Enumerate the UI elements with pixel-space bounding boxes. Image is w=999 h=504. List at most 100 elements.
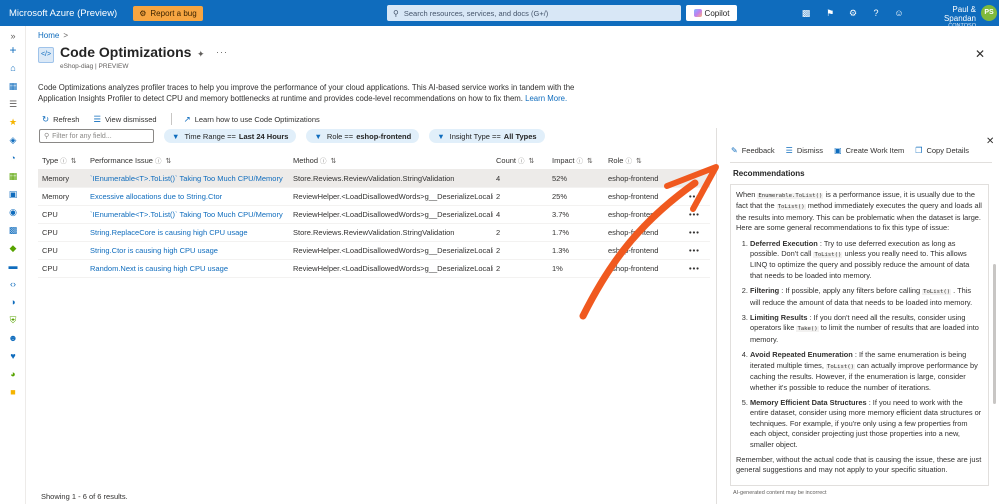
row-more-actions-icon[interactable]: ••• — [689, 188, 709, 206]
cell-issue[interactable]: `IEnumerable<T>.ToList()` Taking Too Muc… — [90, 206, 290, 224]
copilot-button[interactable]: Copilot — [686, 5, 737, 21]
bug-icon: ⚙ — [139, 8, 147, 18]
app-services-icon[interactable]: ▩ — [7, 224, 19, 236]
insight-type-filter-pill[interactable]: ▼ Insight Type == All Types — [429, 129, 545, 143]
feedback-person-icon[interactable]: ☺ — [893, 7, 905, 19]
sql-icon[interactable]: ▣ — [7, 188, 19, 200]
monitor-icon[interactable]: ◔ — [7, 152, 19, 164]
help-icon[interactable]: ? — [870, 7, 882, 19]
breadcrumb-home[interactable]: Home — [38, 31, 59, 40]
cell-issue[interactable]: Random.Next is causing high CPU usage — [90, 260, 290, 278]
help-support-icon[interactable]: ■ — [7, 386, 19, 398]
cell-type: CPU — [42, 246, 58, 255]
table-row[interactable]: CPU String.ReplaceCore is causing high CP… — [38, 224, 710, 242]
recommendation-item: Avoid Repeated Enumeration : If the same… — [750, 350, 982, 393]
cell-impact: 52% — [552, 174, 568, 183]
close-blade-icon[interactable]: ✕ — [975, 47, 985, 61]
functions-icon[interactable]: ◆ — [7, 242, 19, 254]
row-more-actions-icon[interactable]: ••• — [689, 224, 709, 242]
cloud-shell-icon[interactable]: ▩ — [800, 7, 812, 19]
sort-icon[interactable]: ⇅ — [529, 158, 535, 165]
filter-input[interactable]: ⚲ Filter for any field... — [39, 129, 154, 143]
column-header-impact[interactable]: Impact ⓘ ⇅ — [552, 152, 593, 170]
time-range-filter-pill[interactable]: ▼ Time Range == Last 24 Hours — [164, 129, 297, 143]
security-shield-icon[interactable]: ⛨ — [7, 314, 19, 326]
pin-icon[interactable]: ✦ — [197, 49, 205, 60]
table-row[interactable]: Memory `IEnumerable<T>.ToList()` Taking T… — [38, 170, 710, 188]
recommendation-code: ToList() — [922, 289, 952, 296]
sort-icon[interactable]: ⇅ — [71, 158, 77, 165]
virtual-network-icon[interactable]: ‹› — [7, 278, 19, 290]
table-row[interactable]: CPU `IEnumerable<T>.ToList()` Taking Too … — [38, 206, 710, 224]
user-account[interactable]: Paul & Spandan CONTOSO — [920, 5, 976, 29]
column-header-method[interactable]: Method ⓘ ⇅ — [293, 152, 336, 170]
issue-header-label: Performance Issue — [90, 156, 153, 165]
create-work-item-button[interactable]: ▣ Create Work Item — [834, 146, 904, 155]
users-icon[interactable]: ☻ — [7, 332, 19, 344]
create-resource-icon[interactable]: + — [7, 44, 19, 56]
cell-role: eshop-frontend — [608, 210, 659, 219]
report-bug-label: Report a bug — [150, 8, 197, 18]
report-bug-button[interactable]: ⚙ Report a bug — [133, 5, 203, 21]
expand-menu-icon[interactable]: » — [7, 30, 19, 42]
cell-issue[interactable]: Excessive allocations due to String.Ctor — [90, 188, 290, 206]
count-header-label: Count — [496, 156, 517, 165]
cell-issue[interactable]: `IEnumerable<T>.ToList()` Taking Too Muc… — [90, 170, 290, 188]
feedback-button[interactable]: ✎ Feedback — [731, 146, 775, 155]
sort-icon[interactable]: ⇅ — [331, 158, 337, 165]
cell-type: CPU — [42, 210, 58, 219]
settings-gear-icon[interactable]: ⚙ — [847, 7, 859, 19]
cell-issue[interactable]: String.ReplaceCore is causing high CPU u… — [90, 224, 290, 242]
breadcrumb: Home > — [38, 31, 68, 40]
refresh-button[interactable]: ↻ Refresh — [42, 114, 79, 125]
sort-icon[interactable]: ⇅ — [587, 158, 593, 165]
cell-issue[interactable]: String.Ctor is causing high CPU usage — [90, 242, 290, 260]
learn-how-link[interactable]: ↗ Learn how to use Code Optimizations — [184, 114, 320, 125]
resource-group-icon[interactable]: ◈ — [7, 134, 19, 146]
more-options-icon[interactable]: ··· — [216, 47, 228, 57]
table-row[interactable]: Memory Excessive allocations due to Strin… — [38, 188, 710, 206]
column-header-role[interactable]: Role ⓘ ⇅ — [608, 152, 642, 170]
cost-management-icon[interactable]: ◕ — [7, 368, 19, 380]
row-more-actions-icon[interactable]: ••• — [689, 206, 709, 224]
table-row[interactable]: CPU Random.Next is causing high CPU usage… — [38, 260, 710, 278]
row-more-actions-icon[interactable]: ••• — [689, 242, 709, 260]
recommendation-item: Limiting Results : If you don't need all… — [750, 313, 982, 345]
all-services-icon[interactable]: ☰ — [7, 98, 19, 110]
notifications-icon[interactable]: ⚑ — [824, 7, 836, 19]
brand-title[interactable]: Microsoft Azure (Preview) — [9, 8, 117, 19]
copy-details-button[interactable]: ❐ Copy Details — [915, 146, 969, 155]
home-icon[interactable]: ⌂ — [7, 62, 19, 74]
sort-icon[interactable]: ⇅ — [636, 158, 642, 165]
cell-method: ReviewHelper.<LoadDisallowedWords>g__Des… — [293, 210, 493, 219]
row-more-actions-icon[interactable]: ••• — [689, 260, 709, 278]
all-resources-icon[interactable]: ▦ — [7, 170, 19, 182]
advisor-icon[interactable]: ◑ — [7, 296, 19, 308]
column-header-performance-issue[interactable]: Performance Issue ⓘ ⇅ — [90, 152, 171, 170]
storage-icon[interactable]: ▬ — [7, 260, 19, 272]
favorites-star-icon[interactable]: ★ — [7, 116, 19, 128]
table-body: Memory `IEnumerable<T>.ToList()` Taking T… — [38, 170, 710, 278]
row-more-actions-icon[interactable] — [689, 170, 709, 188]
recommendation-item: Memory Efficient Data Structures : If yo… — [750, 398, 982, 450]
cosmos-icon[interactable]: ◉ — [7, 206, 19, 218]
health-icon[interactable]: ♥ — [7, 350, 19, 362]
column-header-count[interactable]: Count ⓘ ⇅ — [496, 152, 534, 170]
toolbar-divider — [170, 113, 172, 125]
table-row[interactable]: CPU String.Ctor is causing high CPU usage… — [38, 242, 710, 260]
panel-scrollbar[interactable] — [993, 264, 996, 404]
global-search-input[interactable]: ⚲ Search resources, services, and docs (… — [387, 5, 681, 21]
role-filter-pill[interactable]: ▼ Role == eshop-frontend — [306, 129, 420, 143]
avatar[interactable]: PS — [981, 5, 997, 21]
dashboard-icon[interactable]: ▦ — [7, 80, 19, 92]
sort-icon[interactable]: ⇅ — [165, 158, 171, 165]
close-panel-icon[interactable]: ✕ — [986, 136, 994, 147]
column-header-type[interactable]: Type ⓘ ⇅ — [42, 152, 77, 170]
learn-more-link[interactable]: Learn More. — [525, 94, 567, 103]
external-link-icon: ↗ — [183, 113, 191, 124]
ai-disclaimer: AI-generated content may be incorrect — [733, 490, 827, 496]
info-icon: ⓘ — [625, 158, 632, 165]
recommendations-content[interactable]: When Enumerable.ToList() is a performanc… — [730, 184, 989, 486]
dismiss-button[interactable]: ☰ Dismiss — [786, 146, 823, 155]
view-dismissed-button[interactable]: ☰ View dismissed — [93, 114, 156, 125]
